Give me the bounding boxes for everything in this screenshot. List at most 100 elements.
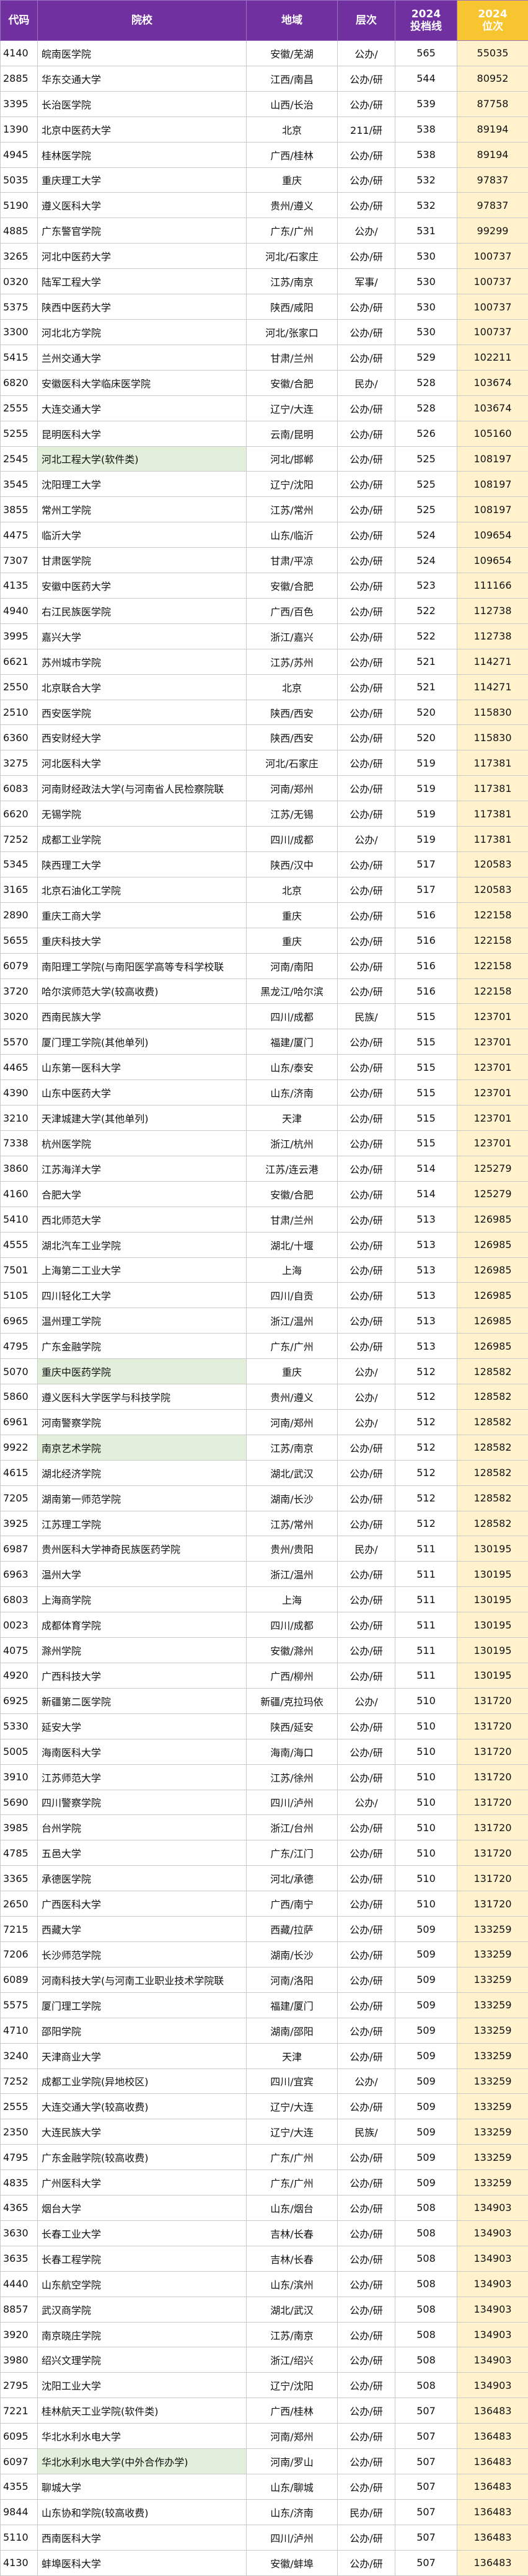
school-code: 9922: [1, 1435, 38, 1460]
rank-cell: 89194: [457, 142, 528, 167]
rank-cell: 126985: [457, 1207, 528, 1232]
rank-cell: 133259: [457, 2145, 528, 2170]
score-cell: 509: [395, 2094, 457, 2119]
school-name: 南京艺术学院: [38, 1435, 247, 1460]
score-cell: 512: [395, 1435, 457, 1460]
school-level: 公办/研: [338, 2525, 395, 2550]
table-row: 5035重庆理工大学重庆公办/研53297837: [1, 167, 528, 193]
school-level: 公办/研: [338, 244, 395, 269]
score-cell: 509: [395, 2043, 457, 2068]
school-region: 甘肃/平凉: [247, 548, 338, 573]
table-row: 2795沈阳工业大学辽宁/沈阳公办/研508134903: [1, 2373, 528, 2398]
school-code: 6620: [1, 801, 38, 827]
school-region: 河南/南阳: [247, 953, 338, 978]
school-name: 河北北方学院: [38, 319, 247, 345]
table-row: 3210天津城建大学(其他单列)天津公办/研515123701: [1, 1106, 528, 1131]
school-name: 广东警官学院: [38, 218, 247, 244]
school-code: 6961: [1, 1409, 38, 1435]
table-row: 5255昆明医科大学云南/昆明公办/研526105160: [1, 421, 528, 446]
school-name: 成都工业学院: [38, 827, 247, 852]
table-row: 5190遵义医科大学贵州/遵义公办/研53297837: [1, 193, 528, 218]
school-name: 常州工学院: [38, 497, 247, 522]
school-level: 公办/研: [338, 1941, 395, 1967]
score-cell: 525: [395, 446, 457, 472]
rank-cell: 117381: [457, 750, 528, 776]
school-name: 四川轻化工大学: [38, 1283, 247, 1308]
school-level: 公办/研: [338, 2373, 395, 2398]
rank-cell: 108197: [457, 472, 528, 497]
school-code: 3910: [1, 1764, 38, 1790]
school-name: 厦门理工学院(其他单列): [38, 1029, 247, 1055]
school-code: 3210: [1, 1106, 38, 1131]
school-region: 陕西/延安: [247, 1713, 338, 1739]
rank-cell: 136483: [457, 2398, 528, 2424]
school-name: 延安大学: [38, 1713, 247, 1739]
school-region: 北京: [247, 877, 338, 902]
score-cell: 565: [395, 41, 457, 66]
school-region: 四川/成都: [247, 1004, 338, 1029]
school-region: 浙江/温州: [247, 1308, 338, 1334]
school-code: 5410: [1, 1207, 38, 1232]
school-code: 6089: [1, 1967, 38, 1992]
table-row: 4835广州医科大学广东/广州公办/研509133259: [1, 2170, 528, 2196]
table-row: 7501上海第二工业大学上海公办/研513126985: [1, 1257, 528, 1283]
school-region: 广西/南宁: [247, 1891, 338, 1917]
school-name: 广东金融学院: [38, 1334, 247, 1359]
school-name: 新疆第二医学院: [38, 1688, 247, 1713]
school-region: 黑龙江/哈尔滨: [247, 978, 338, 1004]
school-region: 江苏/南京: [247, 1435, 338, 1460]
school-name: 湖北经济学院: [38, 1460, 247, 1485]
table-row: 5375陕西中医药大学陕西/咸阳公办/研530100737: [1, 294, 528, 320]
rank-cell: 134903: [457, 2373, 528, 2398]
school-region: 陕西/汉中: [247, 852, 338, 877]
rank-cell: 134903: [457, 2347, 528, 2373]
school-name: 江苏海洋大学: [38, 1156, 247, 1181]
school-region: 湖北/十堰: [247, 1232, 338, 1257]
school-region: 山西/长治: [247, 91, 338, 116]
school-region: 重庆: [247, 902, 338, 928]
school-name: 广东金融学院(较高收费): [38, 2145, 247, 2170]
score-cell: 510: [395, 1815, 457, 1840]
school-name: 烟台大学: [38, 2196, 247, 2221]
rank-cell: 133259: [457, 1967, 528, 1992]
school-level: 公办/研: [338, 91, 395, 116]
school-region: 湖南/邵阳: [247, 2018, 338, 2043]
rank-cell: 136483: [457, 2550, 528, 2575]
school-region: 河南/洛阳: [247, 1967, 338, 1992]
school-level: 公办/研: [338, 928, 395, 953]
school-name: 山东协和学院(较高收费): [38, 2499, 247, 2525]
table-row: 5005海南医科大学海南/海口公办/研510131720: [1, 1739, 528, 1764]
rank-cell: 128582: [457, 1435, 528, 1460]
rank-cell: 114271: [457, 649, 528, 674]
school-level: 公办/研: [338, 674, 395, 700]
school-code: 5345: [1, 852, 38, 877]
score-cell: 515: [395, 1080, 457, 1106]
school-region: 海南/海口: [247, 1739, 338, 1764]
rank-cell: 136483: [457, 2525, 528, 2550]
school-name: 江苏师范大学: [38, 1764, 247, 1790]
rank-cell: 115830: [457, 700, 528, 725]
school-name: 天津城建大学(其他单列): [38, 1106, 247, 1131]
school-code: 6079: [1, 953, 38, 978]
school-name: 湖北汽车工业学院: [38, 1232, 247, 1257]
school-region: 浙江/嘉兴: [247, 623, 338, 649]
school-name: 北京石油化工学院: [38, 877, 247, 902]
school-code: 6965: [1, 1308, 38, 1334]
score-cell: 513: [395, 1257, 457, 1283]
school-code: 5005: [1, 1739, 38, 1764]
table-row: 7338杭州医学院浙江/杭州公办/研515123701: [1, 1130, 528, 1156]
school-code: 3855: [1, 497, 38, 522]
school-name: 西北师范大学: [38, 1207, 247, 1232]
table-row: 5345陕西理工大学陕西/汉中公办/研517120583: [1, 852, 528, 877]
school-level: 公办/研: [338, 1992, 395, 2018]
school-level: 民办/研: [338, 2499, 395, 2525]
school-level: 公办/研: [338, 319, 395, 345]
rank-cell: 128582: [457, 1359, 528, 1384]
school-region: 湖南/长沙: [247, 1941, 338, 1967]
school-level: 公办/研: [338, 345, 395, 370]
table-row: 6360西安财经大学陕西/西安公办/研520115830: [1, 725, 528, 750]
table-row: 2510西安医学院陕西/西安公办/研520115830: [1, 700, 528, 725]
school-region: 新疆/克拉玛依: [247, 1688, 338, 1713]
school-code: 5575: [1, 1992, 38, 2018]
school-code: 5255: [1, 421, 38, 446]
